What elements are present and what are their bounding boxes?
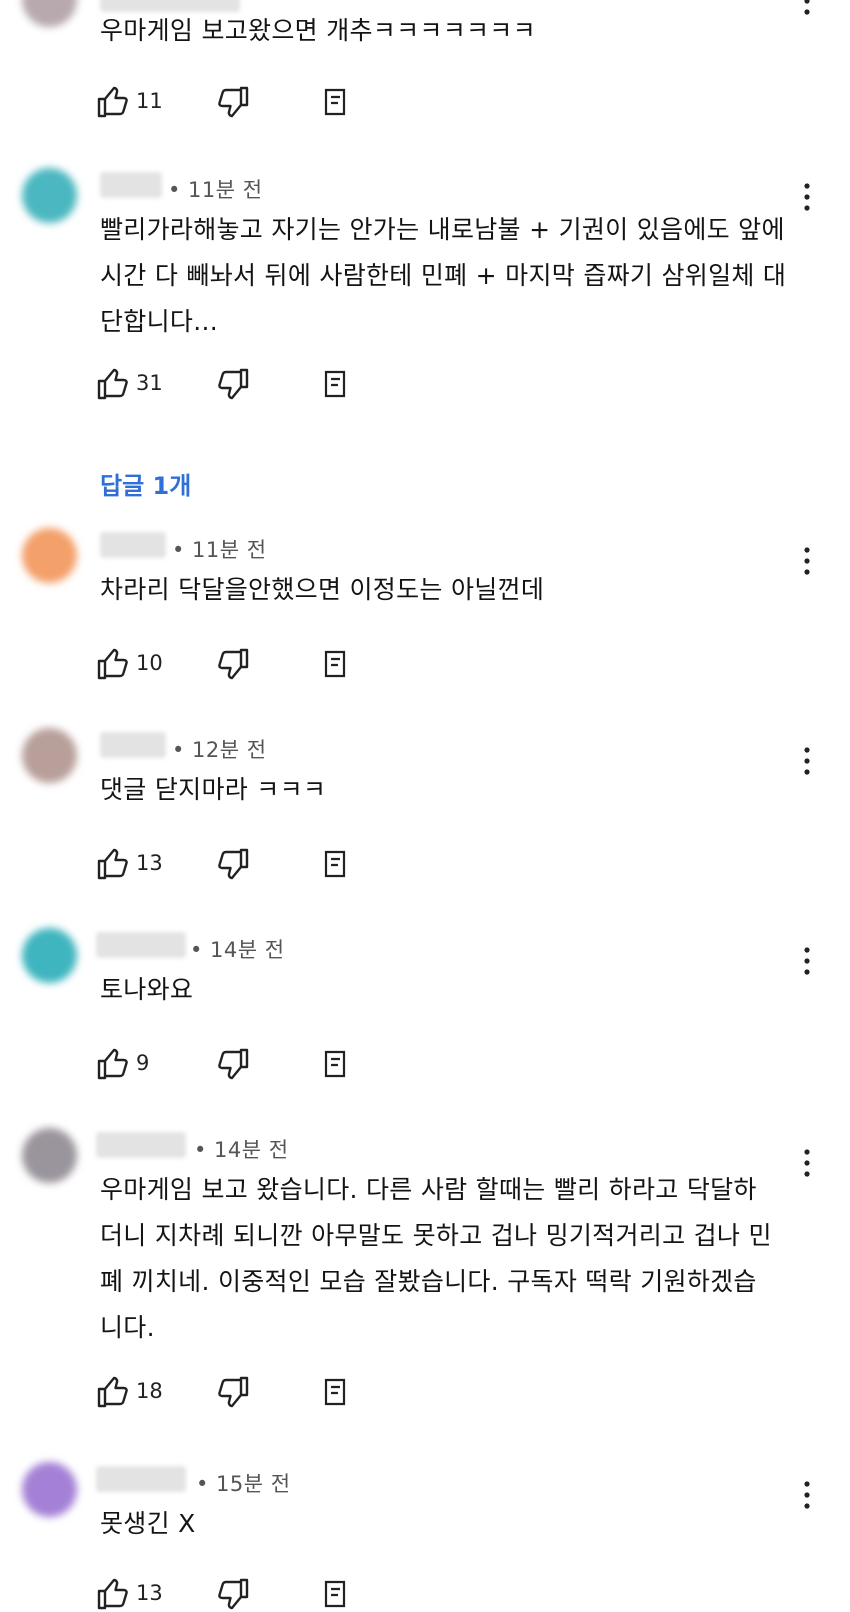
avatar[interactable] [22, 168, 77, 223]
comment-text: 못생긴 X [100, 1509, 196, 1538]
avatar[interactable] [22, 1128, 77, 1183]
like-icon[interactable] [96, 1576, 130, 1612]
like-count: 13 [136, 851, 163, 875]
like-icon[interactable] [96, 646, 130, 682]
like-icon[interactable] [96, 84, 130, 120]
comment-actions: 11 [96, 84, 396, 120]
author-name[interactable] [96, 1466, 186, 1492]
reply-icon[interactable] [322, 1046, 348, 1082]
comment-text: 차라리 닥달을안했으면 이정도는 아닐껀데 [100, 575, 545, 604]
like-count: 31 [136, 371, 163, 395]
more-options-icon[interactable] [800, 746, 814, 776]
dislike-icon[interactable] [216, 646, 250, 682]
comment-actions: 10 [96, 646, 396, 682]
comment-actions: 9 [96, 1046, 396, 1082]
more-options-icon[interactable] [800, 1480, 814, 1510]
reply-icon[interactable] [322, 366, 348, 402]
avatar[interactable] [22, 728, 77, 783]
like-count: 11 [136, 89, 163, 113]
comment-text: 우마게임 보고 왔습니다. 다른 사람 할때는 빨리 하라고 닥달하더니 지차례… [100, 1175, 772, 1342]
avatar[interactable] [22, 1462, 77, 1517]
reply-icon[interactable] [322, 646, 348, 682]
dislike-icon[interactable] [216, 84, 250, 120]
author-name[interactable] [100, 732, 166, 758]
reply-icon[interactable] [322, 1576, 348, 1612]
timestamp: • 12분 전 [172, 738, 267, 762]
comment-actions: 31 [96, 366, 396, 402]
timestamp: • 11분 전 [168, 178, 263, 202]
reply-icon[interactable] [322, 1374, 348, 1410]
more-options-icon[interactable] [800, 182, 814, 212]
comment-actions: 13 [96, 1576, 396, 1612]
author-name[interactable] [96, 932, 186, 958]
like-count: 18 [136, 1379, 163, 1403]
timestamp: • 15분 전 [196, 1472, 291, 1496]
like-icon[interactable] [96, 366, 130, 402]
like-count: 9 [136, 1051, 150, 1075]
author-name[interactable] [100, 532, 166, 558]
timestamp: • 11분 전 [172, 538, 267, 562]
avatar[interactable] [22, 928, 77, 983]
comment-text: 우마게임 보고왔으면 개추ㅋㅋㅋㅋㅋㅋㅋ [100, 16, 536, 45]
comment-actions: 18 [96, 1374, 396, 1410]
comment-text: 빨리가라해놓고 자기는 안가는 내로남불 + 기권이 있음에도 앞에 시간 다 … [100, 215, 787, 336]
comment-text: 토나와요 [100, 975, 194, 1004]
author-name[interactable] [100, 172, 162, 198]
more-options-icon[interactable] [800, 1148, 814, 1178]
like-count: 10 [136, 651, 163, 675]
like-icon[interactable] [96, 1374, 130, 1410]
author-name[interactable] [96, 1132, 186, 1158]
like-icon[interactable] [96, 1046, 130, 1082]
avatar[interactable] [22, 0, 77, 27]
replies-toggle-link[interactable]: 답글 1개 [100, 466, 191, 501]
timestamp: • 14분 전 [190, 938, 285, 962]
timestamp: • 14분 전 [194, 1138, 289, 1162]
like-count: 13 [136, 1581, 163, 1605]
dislike-icon[interactable] [216, 1576, 250, 1612]
reply-icon[interactable] [322, 84, 348, 120]
avatar[interactable] [22, 528, 77, 583]
dislike-icon[interactable] [216, 846, 250, 882]
reply-icon[interactable] [322, 846, 348, 882]
dislike-icon[interactable] [216, 1046, 250, 1082]
dislike-icon[interactable] [216, 366, 250, 402]
like-icon[interactable] [96, 846, 130, 882]
more-options-icon[interactable] [800, 546, 814, 576]
more-options-icon[interactable] [800, 946, 814, 976]
dislike-icon[interactable] [216, 1374, 250, 1410]
comment-text: 댓글 닫지마라 ㅋㅋㅋ [100, 775, 327, 804]
more-options-icon[interactable] [800, 0, 814, 16]
comment-actions: 13 [96, 846, 396, 882]
